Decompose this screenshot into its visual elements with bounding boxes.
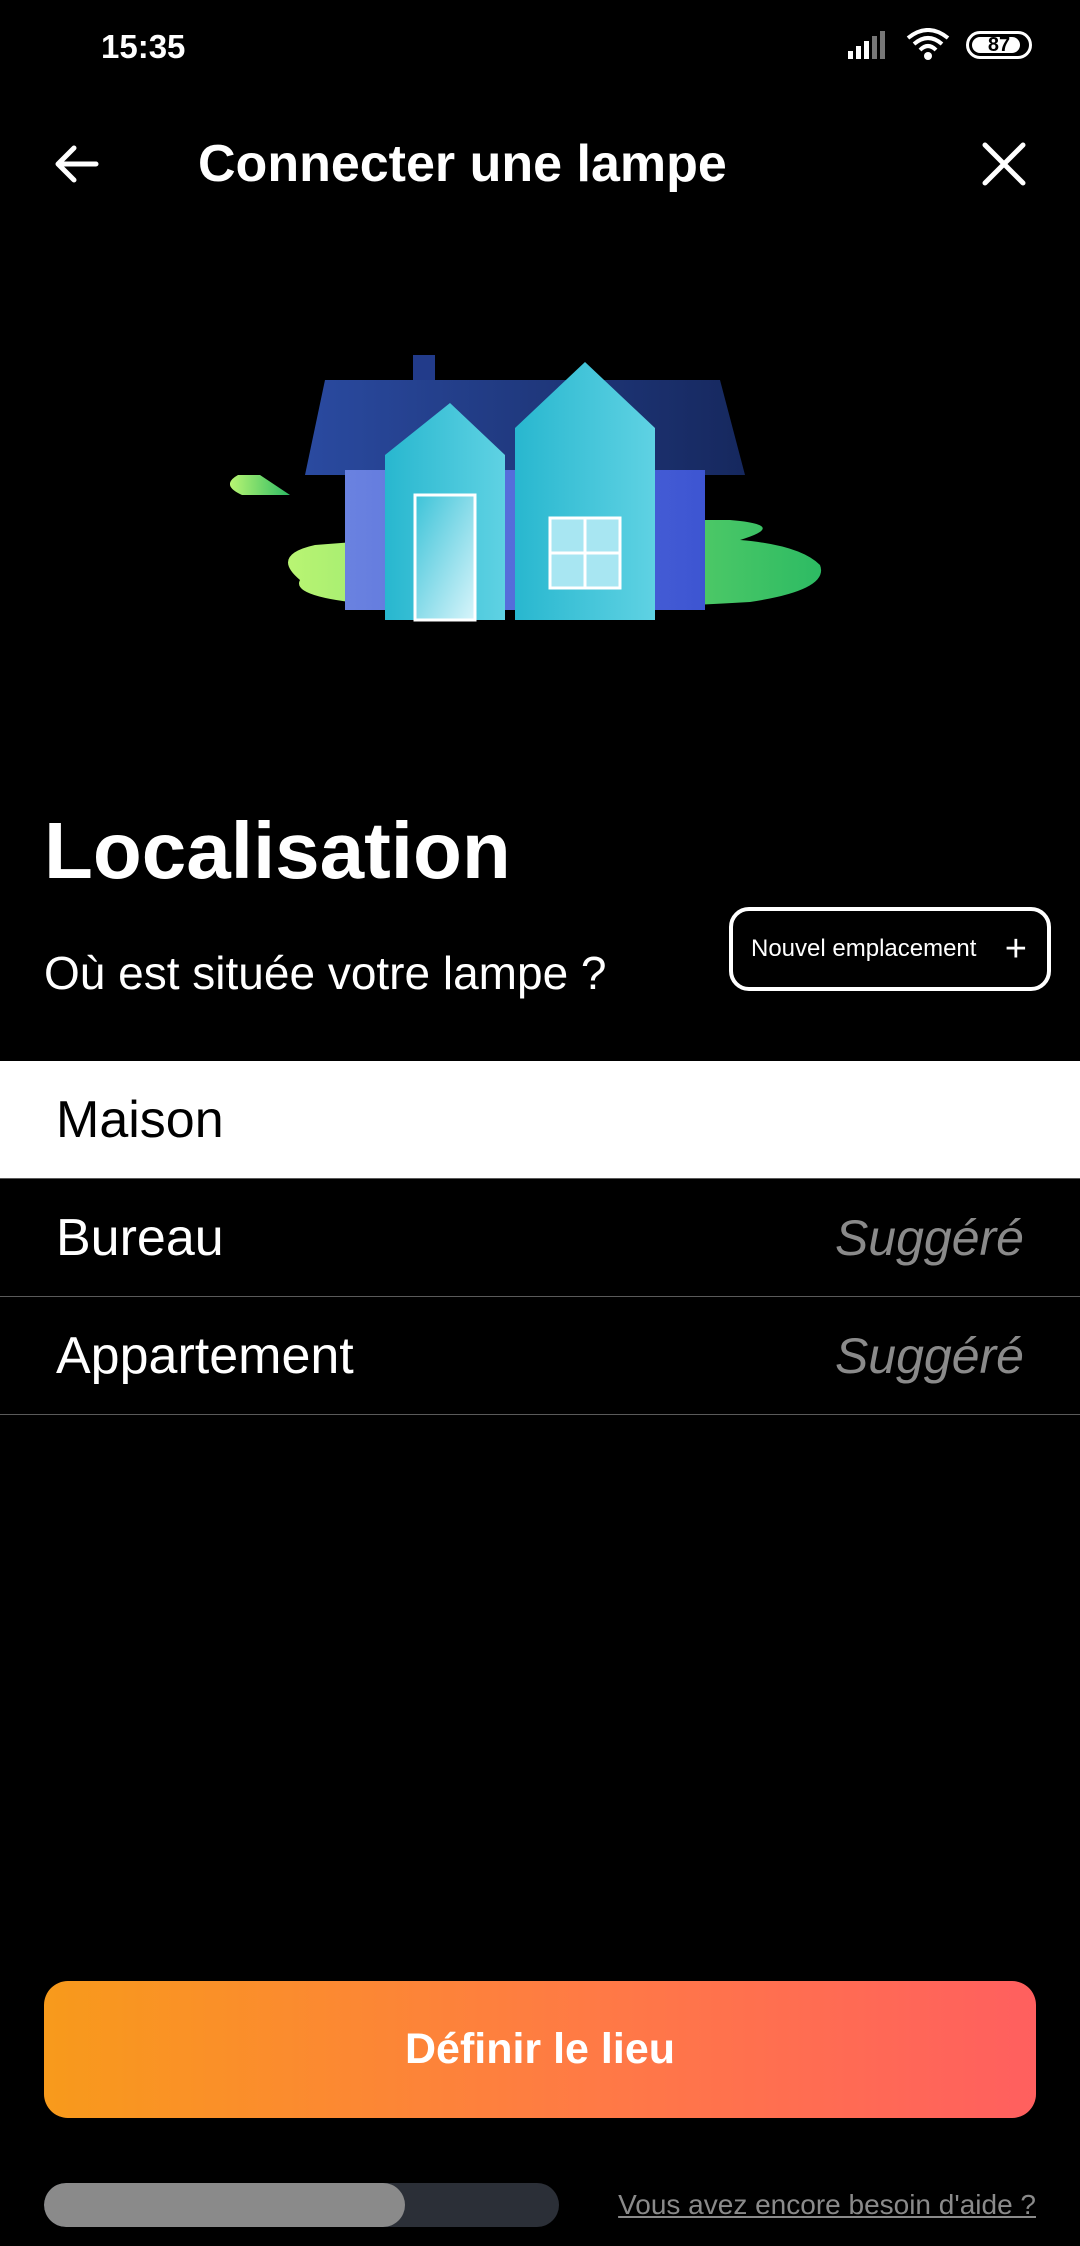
plus-icon: + <box>1004 928 1027 970</box>
page-title: Connecter une lampe <box>198 135 727 193</box>
battery-indicator: 87 <box>966 31 1032 59</box>
battery-level: 87 <box>987 33 1011 56</box>
location-name: Bureau <box>56 1208 224 1267</box>
location-list: Maison Bureau Suggéré Appartement Suggér… <box>0 1061 1080 1415</box>
help-link[interactable]: Vous avez encore besoin d'aide ? <box>618 2189 1036 2221</box>
close-icon <box>982 142 1026 186</box>
new-location-button[interactable]: Nouvel emplacement + <box>729 907 1051 991</box>
back-button[interactable] <box>40 128 112 200</box>
signal-icon <box>848 31 885 59</box>
progress-bar <box>44 2183 559 2227</box>
section-title: Localisation <box>44 806 511 895</box>
status-time: 15:35 <box>101 28 186 65</box>
location-item-maison[interactable]: Maison <box>0 1061 1080 1179</box>
progress-fill <box>44 2183 405 2227</box>
location-name: Appartement <box>56 1326 354 1385</box>
location-item-bureau[interactable]: Bureau Suggéré <box>0 1179 1080 1297</box>
location-item-appartement[interactable]: Appartement Suggéré <box>0 1297 1080 1415</box>
wifi-icon <box>906 28 950 60</box>
status-icons: 87 <box>848 28 1032 62</box>
location-name: Maison <box>56 1090 224 1149</box>
arrow-left-icon <box>55 145 99 183</box>
set-location-button[interactable]: Définir le lieu <box>44 1981 1036 2118</box>
close-button[interactable] <box>968 128 1040 200</box>
section-subtitle: Où est située votre lampe ? <box>44 947 607 999</box>
new-location-label: Nouvel emplacement <box>751 935 977 962</box>
house-illustration <box>230 355 822 622</box>
suggested-tag: Suggéré <box>834 1327 1024 1384</box>
suggested-tag: Suggéré <box>834 1209 1024 1266</box>
